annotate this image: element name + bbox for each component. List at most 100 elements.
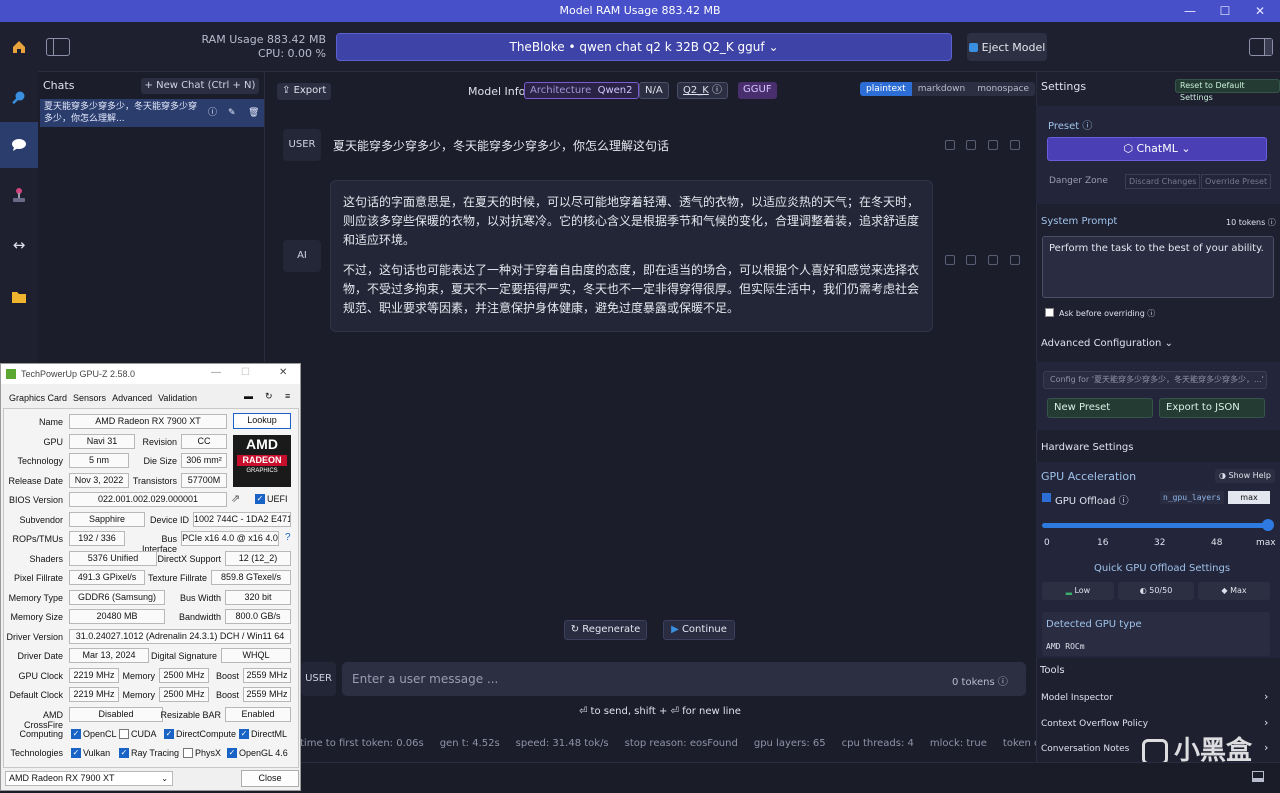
gpuz-close-button[interactable]: Close (241, 770, 299, 787)
maximize-button[interactable]: ☐ (1205, 0, 1245, 22)
joystick-icon[interactable] (0, 172, 38, 218)
maximize-button[interactable]: ☐ (241, 367, 250, 378)
trash-icon[interactable]: 🗑 (248, 107, 259, 119)
console-icon[interactable] (1252, 771, 1264, 782)
checkbox-directcompute[interactable]: ✓ DirectCompute (164, 729, 236, 739)
config-for-field[interactable]: Config for '夏天能穿多少穿多少，冬天能穿多少穿多少，...' (1043, 371, 1267, 389)
branch-icon[interactable] (988, 140, 998, 150)
minimize-button[interactable]: — (1170, 0, 1210, 22)
checkbox-opencl[interactable]: ✓ OpenCL (71, 729, 117, 739)
advanced-config-toggle[interactable]: Advanced Configuration ⌄ (1041, 338, 1173, 349)
checkbox-ray-tracing[interactable]: ✓ Ray Tracing (119, 748, 179, 758)
quick-offload-label: Quick GPU Offload Settings (1094, 563, 1231, 574)
model-inspector-item[interactable]: Model Inspector (1041, 693, 1113, 703)
token-count: 0 tokens ⓘ (952, 677, 1008, 688)
settings-panel-toggle-icon[interactable] (1249, 38, 1273, 56)
stat-speed: speed: 31.48 tok/s (515, 738, 609, 749)
tab-sensors[interactable]: Sensors (73, 393, 106, 403)
new-chat-button[interactable]: + New Chat (Ctrl + N) (141, 78, 259, 94)
discard-changes-button[interactable]: Discard Changes (1125, 174, 1201, 189)
refresh-icon[interactable]: ↻ (265, 391, 273, 402)
quick-low-button[interactable]: ▂ Low (1042, 582, 1114, 600)
ai-paragraph-2: 不过，这句话也可能表达了一种对于穿着自由度的态度，即在适当的场合，可以根据个人喜… (343, 263, 920, 315)
label-default-boost: Boost (215, 690, 239, 700)
search-icon[interactable] (0, 74, 38, 120)
share-icon[interactable]: ⇗ (231, 492, 240, 505)
tab-markdown[interactable]: markdown (911, 82, 972, 96)
label-transistors: Transistors (132, 476, 177, 486)
checkbox-directml[interactable]: ✓ DirectML (239, 729, 287, 739)
tab-plaintext[interactable]: plaintext (860, 82, 912, 96)
conversation-notes-item[interactable]: Conversation Notes (1041, 744, 1129, 754)
gpu-offload-slider-fill (1042, 523, 1270, 528)
na-badge: N/A (639, 82, 669, 99)
uefi-checkbox[interactable]: ✓ UEFI (255, 494, 288, 504)
tab-validation[interactable]: Validation (158, 393, 197, 403)
uefi-label: UEFI (267, 494, 288, 504)
show-help-button[interactable]: ◑ Show Help (1215, 469, 1275, 483)
tab-advanced[interactable]: Advanced (112, 393, 152, 403)
gpuz-window: TechPowerUp GPU-Z 2.58.0 — ☐ ✕ Graphics … (0, 363, 301, 791)
preset-selector[interactable]: ⬡ ChatML ⌄ (1047, 137, 1267, 161)
hardware-settings-label[interactable]: Hardware Settings (1041, 442, 1133, 453)
edit-icon[interactable] (945, 140, 955, 150)
copy-icon[interactable] (966, 140, 976, 150)
settings-title: Settings (1041, 80, 1087, 93)
label-memory-size: Memory Size (10, 612, 63, 622)
gpu-offload-slider[interactable] (1042, 519, 1274, 531)
home-icon[interactable] (0, 24, 38, 70)
reset-defaults-button[interactable]: Reset to Default Settings (1175, 79, 1280, 102)
checkbox-opengl[interactable]: ✓ OpenGL 4.6 (227, 748, 288, 758)
export-button[interactable]: ⇪ Export (277, 83, 332, 100)
lookup-button[interactable]: Lookup (233, 413, 291, 429)
minimize-button[interactable]: — (211, 367, 221, 378)
gpu-offload-checkbox[interactable] (1042, 493, 1051, 502)
ask-override-checkbox[interactable] (1045, 308, 1054, 317)
close-window-button[interactable]: ✕ (1240, 0, 1280, 22)
gpu-offload-slider-thumb[interactable] (1262, 519, 1274, 531)
ai-paragraph-1: 这句话的字面意思是，在夏天的时候，可以尽可能地穿着轻薄、透气的衣物，以适应炎热的… (343, 195, 920, 247)
directcompute-label: DirectCompute (176, 729, 237, 739)
context-overflow-item[interactable]: Context Overflow Policy (1041, 719, 1148, 729)
label-memory-clock: Memory (122, 671, 155, 681)
checkbox-vulkan[interactable]: ✓ Vulkan (71, 748, 110, 758)
n-gpu-layers-input[interactable]: max (1228, 491, 1270, 504)
quick-max-button[interactable]: ◆ Max (1198, 582, 1270, 600)
edit-icon[interactable]: ✎ (228, 107, 236, 119)
watermark-icon (1142, 738, 1168, 765)
info-icon[interactable]: ⓘ (208, 107, 217, 119)
label-subvendor: Subvendor (19, 515, 63, 525)
model-selector[interactable]: TheBloke • qwen chat q2 k 32B Q2_K gguf … (336, 33, 952, 61)
system-prompt-input[interactable]: Perform the task to the best of your abi… (1042, 236, 1274, 298)
sidebar-toggle-icon[interactable] (46, 38, 70, 56)
export-json-button[interactable]: Export to JSON (1159, 398, 1265, 418)
chat-list-item[interactable]: 夏天能穿多少穿多少，冬天能穿多少穿多少，你怎么理解... ⓘ ✎ 🗑 (40, 99, 264, 127)
trash-icon[interactable] (1010, 140, 1020, 150)
folder-icon[interactable] (0, 274, 38, 320)
gpu-select[interactable]: AMD Radeon RX 7900 XT ⌄ (5, 771, 173, 786)
checkbox-cuda[interactable]: ✓ CUDA (119, 729, 157, 739)
new-preset-button[interactable]: New Preset (1047, 398, 1153, 418)
message-input[interactable]: Enter a user message ... 0 tokens ⓘ (342, 662, 1026, 696)
tab-graphics-card[interactable]: Graphics Card (9, 393, 67, 403)
menu-icon[interactable]: ≡ (285, 391, 290, 401)
slider-tick: 16 (1097, 538, 1109, 548)
help-icon[interactable]: ? (285, 532, 291, 543)
regenerate-button[interactable]: ↻ Regenerate (564, 620, 647, 640)
transfer-icon[interactable]: ↔ (0, 222, 38, 268)
edit-icon[interactable] (945, 255, 955, 265)
close-window-button[interactable]: ✕ (279, 367, 287, 378)
checkbox-physx[interactable]: ✓ PhysX (183, 748, 221, 758)
copy-icon[interactable] (966, 255, 976, 265)
camera-icon[interactable]: ▬ (244, 391, 253, 401)
value-driver-version: 31.0.24027.1012 (Adrenalin 24.3.1) DCH /… (69, 629, 291, 644)
chat-icon[interactable] (0, 122, 38, 168)
tab-monospace[interactable]: monospace (971, 82, 1036, 96)
quick-half-button[interactable]: ◐ 50/50 (1118, 582, 1194, 600)
override-preset-button[interactable]: Override Preset (1201, 174, 1272, 189)
eject-model-button[interactable]: Eject Model (967, 33, 1047, 61)
continue-button[interactable]: ▶ Continue (663, 620, 735, 640)
trash-icon[interactable] (1010, 255, 1020, 265)
branch-icon[interactable] (988, 255, 998, 265)
input-role-label[interactable]: USER (301, 662, 336, 696)
